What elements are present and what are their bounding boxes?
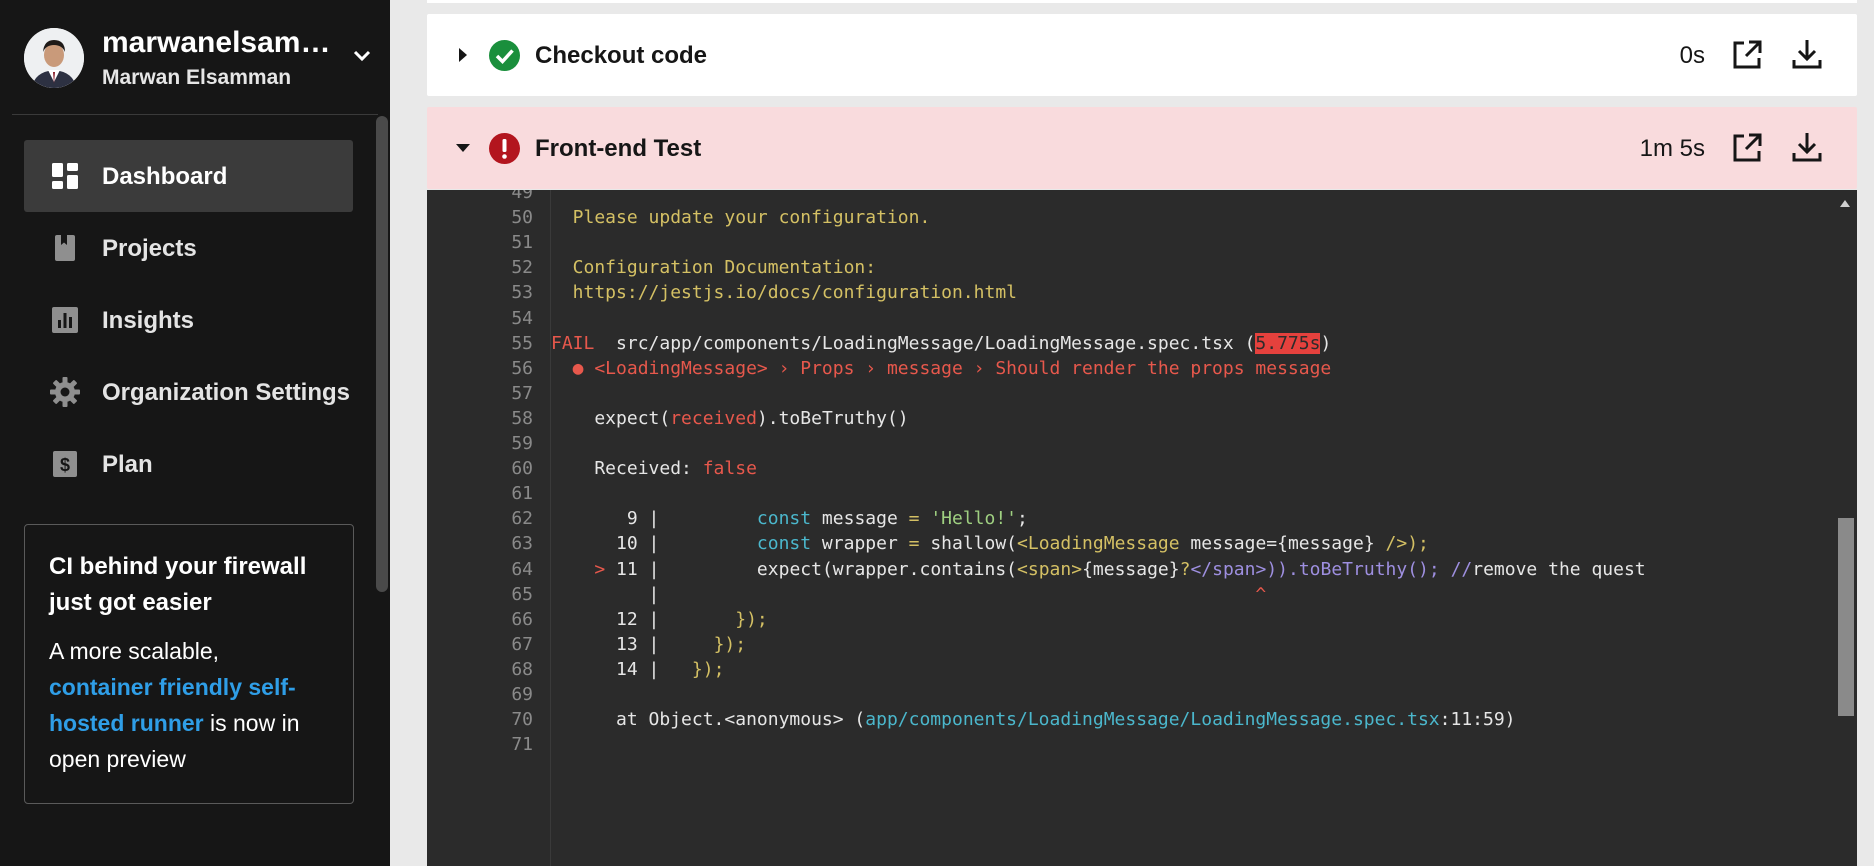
scroll-up-icon[interactable] bbox=[1839, 198, 1851, 208]
user-menu[interactable]: marwanelsam… Marwan Elsamman bbox=[24, 26, 374, 92]
book-icon bbox=[55, 235, 75, 261]
sidebar-item-label: Dashboard bbox=[102, 163, 228, 190]
dashboard-icon bbox=[52, 163, 78, 189]
avatar bbox=[24, 28, 84, 88]
step-duration: 0s bbox=[1679, 42, 1705, 69]
failed-alert-icon bbox=[489, 133, 520, 164]
sidebar-item-dashboard[interactable]: Dashboard bbox=[24, 140, 353, 212]
download-icon[interactable] bbox=[1791, 131, 1823, 163]
sidebar-item-plan[interactable]: $ Plan bbox=[24, 428, 353, 500]
log-scrollbar-thumb[interactable] bbox=[1838, 518, 1854, 716]
sidebar-scrollbar[interactable] bbox=[376, 116, 388, 592]
caret-right-icon[interactable] bbox=[455, 47, 471, 63]
step-duration: 1m 5s bbox=[1639, 135, 1705, 162]
promo-text: A more scalable, bbox=[49, 638, 220, 664]
sidebar-item-label: Plan bbox=[102, 451, 153, 478]
user-handle: marwanelsam… bbox=[102, 26, 331, 59]
main-content: Checkout code 0s Front-end Test 1m 5s 49… bbox=[390, 0, 1874, 866]
log-line-number: 71 bbox=[511, 734, 533, 756]
sidebar-item-label: Insights bbox=[102, 307, 195, 334]
step-name: Front-end Test bbox=[535, 135, 702, 162]
sidebar-item-organization-settings[interactable]: Organization Settings bbox=[24, 356, 353, 428]
step-name: Checkout code bbox=[535, 42, 708, 69]
caret-down-icon[interactable] bbox=[455, 140, 471, 156]
sidebar-item-insights[interactable]: Insights bbox=[24, 284, 353, 356]
bar-chart-icon bbox=[52, 307, 78, 333]
user-display-name: Marwan Elsamman bbox=[102, 66, 292, 89]
promo-title: CI behind your firewall just got easier bbox=[49, 553, 307, 616]
previous-step-edge bbox=[427, 0, 1857, 3]
sidebar-item-label: Projects bbox=[102, 235, 197, 262]
log-scrollbar[interactable] bbox=[1834, 190, 1857, 866]
open-external-icon[interactable] bbox=[1731, 39, 1763, 71]
promo-card: CI behind your firewall just got easier … bbox=[24, 524, 354, 804]
sidebar: marwanelsam… Marwan Elsamman Dashboard P… bbox=[0, 0, 390, 866]
gear-icon bbox=[50, 377, 80, 407]
sidebar-divider bbox=[12, 114, 378, 115]
download-icon[interactable] bbox=[1791, 38, 1823, 70]
sidebar-item-label: Organization Settings bbox=[102, 379, 351, 406]
log-line: 71 bbox=[427, 730, 1837, 760]
sidebar-item-projects[interactable]: Projects bbox=[24, 212, 353, 284]
step-front-end-test[interactable]: Front-end Test 1m 5s bbox=[427, 107, 1857, 189]
promo-body: A more scalable, container friendly self-… bbox=[49, 633, 329, 777]
dollar-icon: $ bbox=[53, 451, 77, 477]
step-checkout-code[interactable]: Checkout code 0s bbox=[427, 14, 1857, 96]
success-check-icon bbox=[489, 40, 520, 71]
svg-text:$: $ bbox=[60, 455, 70, 475]
open-external-icon[interactable] bbox=[1731, 132, 1763, 164]
log-output: 49 50 Please update your configuration. 51… bbox=[427, 190, 1857, 866]
chevron-down-icon[interactable] bbox=[350, 44, 374, 68]
